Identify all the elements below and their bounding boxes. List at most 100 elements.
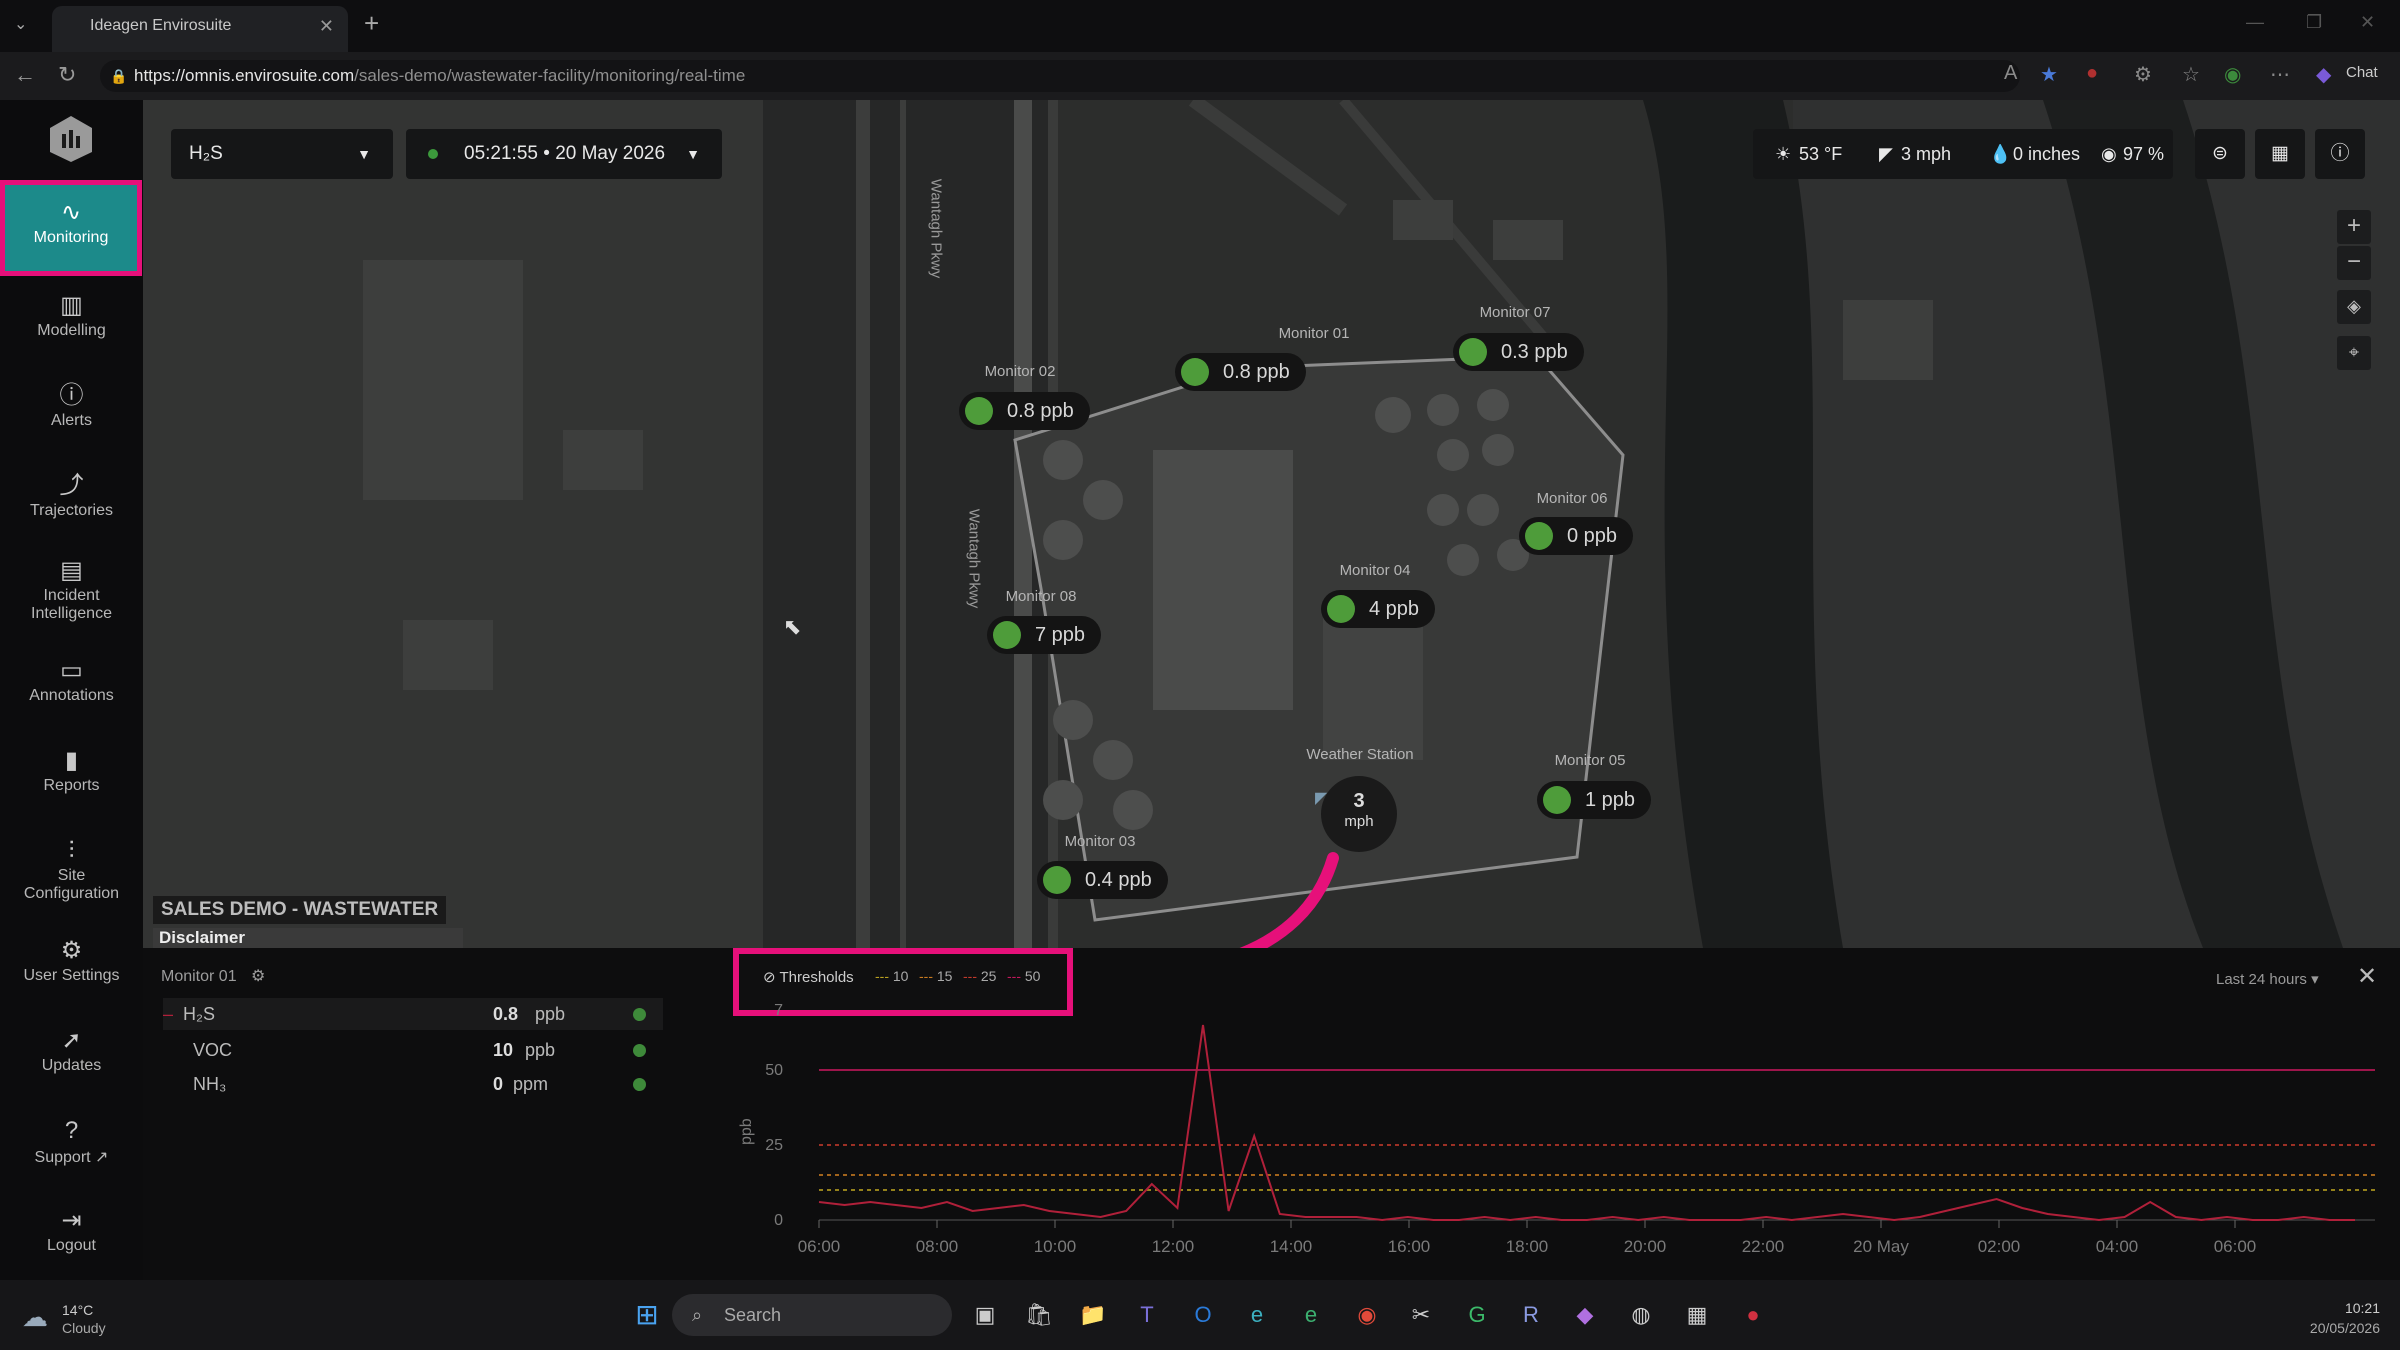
sidebar-item-label: Alerts	[51, 412, 92, 429]
weather-desc: Cloudy	[62, 1320, 106, 1336]
more-menu-icon[interactable]: ⋯	[2270, 62, 2290, 87]
tab-list-icon[interactable]: ⌄	[14, 14, 27, 34]
app-r-icon[interactable]: R	[1514, 1298, 1548, 1332]
zoom-in-button[interactable]: +	[2337, 210, 2371, 244]
sidebar-item-alerts[interactable]: ⓘ Alerts	[0, 380, 143, 430]
pollutant-value: 0	[493, 1074, 504, 1094]
browser-tab[interactable]: Ideagen Envirosuite ✕	[52, 6, 348, 52]
monitor-value: 4 ppb	[1369, 598, 1420, 620]
store-icon[interactable]: 🛍	[1022, 1298, 1056, 1332]
sidebar-item-annotations[interactable]: ▭ Annotations	[0, 655, 143, 705]
app-icon[interactable]: ◍	[1624, 1298, 1658, 1332]
pollutant-row[interactable]: – H₂S 0.8 ppb	[163, 998, 663, 1030]
monitor-06-marker[interactable]: 0 ppb	[1519, 517, 1634, 555]
calculator-icon[interactable]: ▦	[1680, 1298, 1714, 1332]
site-info-icon[interactable]: 🔒	[110, 60, 127, 92]
filter-button[interactable]: ⊜	[2195, 129, 2245, 179]
minimize-icon[interactable]: —	[2246, 12, 2264, 33]
x-tick-label: 08:00	[916, 1237, 959, 1256]
weather-temp[interactable]: 14°C	[62, 1302, 93, 1318]
app-red-icon[interactable]: ●	[1736, 1298, 1770, 1332]
url-field[interactable]: 🔒 https://omnis.envirosuite.com/sales-de…	[100, 60, 2020, 92]
favorites-icon[interactable]: ☆	[2182, 62, 2200, 87]
sidebar-item-updates[interactable]: ➚ Updates	[0, 1025, 143, 1075]
monitor-05-marker[interactable]: 1 ppb	[1537, 781, 1652, 819]
alerts-button[interactable]: ⓘ	[2315, 129, 2365, 179]
rain-value: 0 inches	[2013, 144, 2081, 164]
gear-icon: ⚙	[60, 937, 83, 964]
thresholds-toggle[interactable]: ⊘ Thresholds	[763, 968, 854, 986]
sidebar-item-trajectories[interactable]: ⤴ Trajectories	[0, 470, 143, 520]
close-panel-icon[interactable]: ✕	[2357, 962, 2377, 991]
time-select[interactable]: 05:21:55 • 20 May 2026 ▼	[406, 129, 722, 179]
taskbar-search[interactable]: ⌕ Search	[672, 1294, 952, 1336]
monitor-03-marker[interactable]: 0.4 ppb	[1037, 861, 1168, 899]
monitor-04-marker[interactable]: 4 ppb	[1321, 590, 1436, 628]
grammarly-icon[interactable]: G	[1460, 1298, 1494, 1332]
sidebar-item-logout[interactable]: ⇥ Logout	[0, 1205, 143, 1255]
sidebar-item-support[interactable]: ? Support ↗	[0, 1115, 143, 1167]
pollutant-row[interactable]: NH₃ 0 ppm	[163, 1068, 663, 1100]
grid-view-button[interactable]: ▦	[2255, 129, 2305, 179]
new-tab-icon[interactable]: +	[364, 8, 379, 39]
edge-beta-icon[interactable]: e	[1294, 1298, 1328, 1332]
back-icon[interactable]: ←	[14, 62, 36, 88]
monitor-02-marker[interactable]: 0.8 ppb	[959, 392, 1090, 430]
sidebar-item-label: Modelling	[37, 322, 106, 339]
close-tab-icon[interactable]: ✕	[319, 6, 334, 46]
task-view-icon[interactable]: ▣	[968, 1298, 1002, 1332]
location-button[interactable]: ⌖	[2337, 336, 2371, 370]
extensions-puzzle-icon[interactable]: ⚙	[2134, 62, 2152, 87]
sidebar-item-modelling[interactable]: ▥ Modelling	[0, 290, 143, 340]
map-view[interactable]: Wantagh Pkwy Wantagh Pkwy H₂S ▼ 05:21:55…	[143, 100, 2400, 948]
read-aloud-icon[interactable]: A	[2004, 62, 2017, 85]
logout-icon: ⇥	[61, 1207, 82, 1234]
copilot-app-icon[interactable]: ◆	[1568, 1298, 1602, 1332]
zoom-out-button[interactable]: −	[2337, 246, 2371, 280]
settings-icon[interactable]: ⚙	[251, 968, 265, 985]
sidebar-item-user-settings[interactable]: ⚙ User Settings	[0, 935, 143, 985]
weather-station-marker[interactable]: ◤ 3 mph	[1315, 776, 1397, 852]
file-explorer-icon[interactable]: 📁	[1076, 1298, 1110, 1332]
annotation-icon: ▭	[60, 657, 83, 684]
eye-off-icon: ⊘	[763, 969, 776, 986]
monitor-07-marker[interactable]: 0.3 ppb	[1453, 333, 1584, 371]
taskbar: ☁ 14°C Cloudy ⊞ ⌕ Search ▣ 🛍 📁 T O e e ◉…	[0, 1280, 2400, 1350]
profile-avatar-icon[interactable]: ◉	[2224, 62, 2241, 87]
monitor-label: Monitor 02	[984, 363, 1056, 380]
pollutant-name: H₂S	[183, 1004, 215, 1024]
time-range-select[interactable]: Last 24 hours ▾	[2216, 970, 2319, 988]
extension-icon[interactable]: ●	[2086, 62, 2098, 85]
favorite-star-icon[interactable]: ★	[2040, 62, 2058, 87]
sidebar-item-site-configuration[interactable]: ⫶ Site Configuration	[0, 835, 143, 903]
layers-button[interactable]: ◈	[2337, 290, 2371, 324]
trajectory-icon: ⤴	[59, 472, 84, 499]
chat-label[interactable]: Chat	[2346, 64, 2378, 81]
monitor-08-marker[interactable]: 7 ppb	[987, 616, 1102, 654]
edge-icon[interactable]: e	[1240, 1298, 1274, 1332]
outlook-icon[interactable]: O	[1186, 1298, 1220, 1332]
app-logo[interactable]	[48, 114, 94, 164]
pollutant-select[interactable]: H₂S ▼	[171, 129, 393, 179]
sidebar-item-label: Annotations	[29, 687, 114, 704]
threshold-value: 15	[936, 968, 953, 984]
snipping-tool-icon[interactable]: ✂	[1404, 1298, 1438, 1332]
windows-start-icon[interactable]: ⊞	[630, 1298, 664, 1332]
app-sidebar: ∿ Monitoring ▥ Modelling ⓘ Alerts ⤴ Traj…	[0, 100, 143, 1280]
sidebar-item-incident-intelligence[interactable]: ▤ Incident Intelligence	[0, 555, 143, 623]
sidebar-item-monitoring[interactable]: ∿ Monitoring	[0, 180, 142, 276]
copilot-icon[interactable]: ◆	[2316, 62, 2331, 87]
window-close-icon[interactable]: ✕	[2360, 12, 2375, 33]
chrome-icon[interactable]: ◉	[1350, 1298, 1384, 1332]
disclaimer-link[interactable]: Disclaimer	[153, 928, 463, 948]
monitor-01-marker[interactable]: 0.8 ppb	[1175, 353, 1306, 391]
teams-icon[interactable]: T	[1130, 1298, 1164, 1332]
thresholds-legend[interactable]: ⊘ Thresholds --- 10 --- 15 --- 25 --- 50	[733, 948, 1073, 1016]
reload-icon[interactable]: ↻	[58, 62, 76, 88]
sidebar-item-reports[interactable]: ▮ Reports	[0, 745, 143, 795]
monitor-label: Monitor 04	[1339, 562, 1411, 579]
pollutant-row[interactable]: VOC 10 ppb	[163, 1034, 663, 1066]
pollutant-name: NH₃	[193, 1074, 227, 1094]
restore-icon[interactable]: ❐	[2306, 12, 2322, 33]
clock-time[interactable]: 10:21	[2330, 1300, 2380, 1316]
